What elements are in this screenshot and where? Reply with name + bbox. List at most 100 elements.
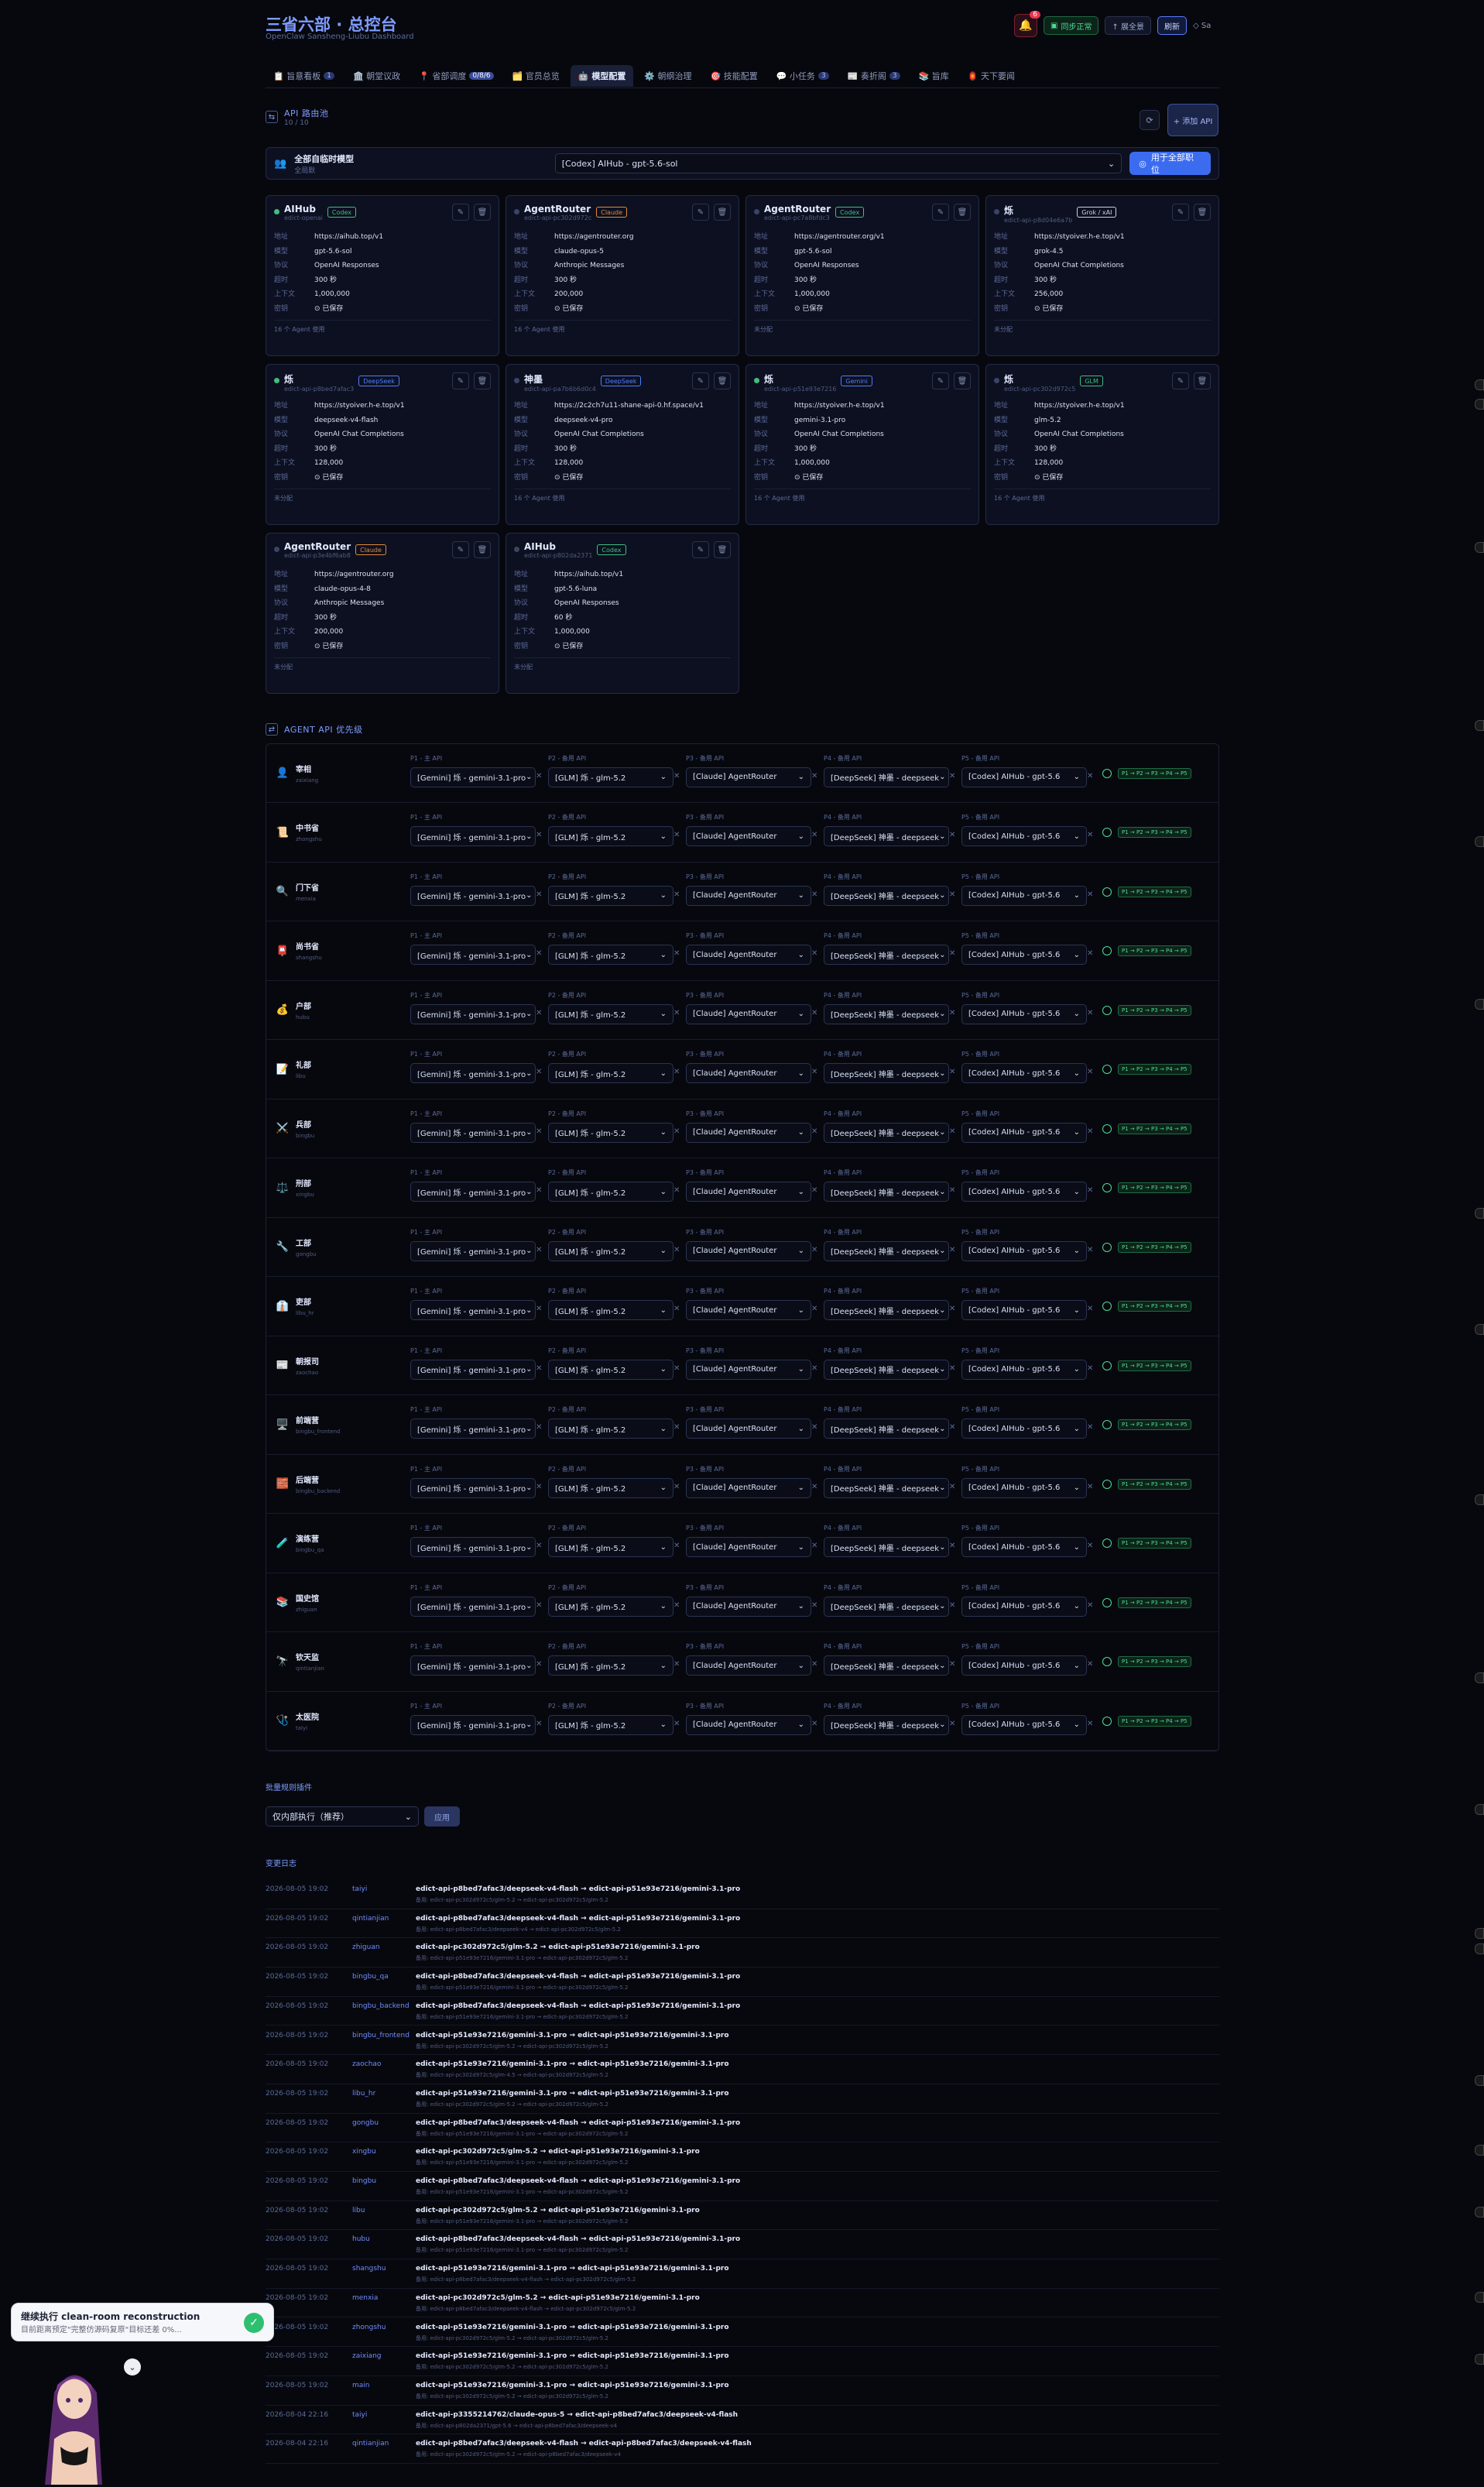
clear-icon[interactable]: ✕	[536, 1423, 542, 1432]
clear-icon[interactable]: ✕	[949, 1364, 955, 1373]
api-select[interactable]: [Codex] AIHub - gpt-5.6 ⌄	[961, 945, 1087, 965]
api-select[interactable]: [DeepSeek] 神墨 - deepseek ⌄	[824, 1418, 949, 1439]
apply-all-button[interactable]: ◎ 用于全部职位	[1129, 152, 1211, 175]
clear-icon[interactable]: ✕	[811, 772, 817, 780]
clear-icon[interactable]: ✕	[673, 831, 680, 839]
tab-8[interactable]: 📰 奏折阁 3	[840, 65, 908, 87]
api-select[interactable]: [Gemini] 烁 - gemini-3.1-pro ⌄	[410, 1063, 536, 1083]
api-select[interactable]: [DeepSeek] 神墨 - deepseek ⌄	[824, 1240, 949, 1261]
clear-icon[interactable]: ✕	[1087, 1423, 1093, 1432]
api-select[interactable]: [Claude] AgentRouter ⌄	[686, 1003, 811, 1024]
clear-icon[interactable]: ✕	[949, 1720, 955, 1728]
api-select[interactable]: [Codex] AIHub - gpt-5.6 ⌄	[961, 1003, 1087, 1024]
clear-icon[interactable]: ✕	[949, 1305, 955, 1313]
api-select[interactable]: [Gemini] 烁 - gemini-3.1-pro ⌄	[410, 885, 536, 906]
clear-icon[interactable]: ✕	[1087, 1186, 1093, 1195]
api-select[interactable]: [Codex] AIHub - gpt-5.6 ⌄	[961, 885, 1087, 906]
api-select[interactable]: [Codex] AIHub - gpt-5.6 ⌄	[961, 826, 1087, 846]
clear-icon[interactable]: ✕	[1087, 1127, 1093, 1136]
clear-icon[interactable]: ✕	[536, 890, 542, 899]
api-select[interactable]: [DeepSeek] 神墨 - deepseek ⌄	[824, 1182, 949, 1202]
clear-icon[interactable]: ✕	[673, 1720, 680, 1728]
tab-10[interactable]: 🏮 天下要闻	[960, 65, 1023, 87]
clear-icon[interactable]: ✕	[1087, 831, 1093, 839]
api-select[interactable]: [GLM] 烁 - glm-5.2 ⌄	[548, 1477, 673, 1498]
clear-icon[interactable]: ✕	[536, 1246, 542, 1254]
extra-menu-button[interactable]: ◇ Sa	[1193, 22, 1211, 30]
clear-icon[interactable]: ✕	[1087, 1601, 1093, 1610]
log-agent-link[interactable]: libu_hr	[352, 2090, 375, 2098]
api-select[interactable]: [Codex] AIHub - gpt-5.6 ⌄	[961, 1300, 1087, 1320]
edit-icon[interactable]: ✎	[692, 372, 709, 389]
api-select[interactable]: [DeepSeek] 神墨 - deepseek ⌄	[824, 826, 949, 846]
api-select[interactable]: [Codex] AIHub - gpt-5.6 ⌄	[961, 767, 1087, 787]
edit-icon[interactable]: ✎	[692, 204, 709, 221]
api-select[interactable]: [DeepSeek] 神墨 - deepseek ⌄	[824, 1122, 949, 1143]
edit-icon[interactable]: ✎	[1172, 372, 1189, 389]
api-select[interactable]: [Gemini] 烁 - gemini-3.1-pro ⌄	[410, 1477, 536, 1498]
api-select[interactable]: [Claude] AgentRouter ⌄	[686, 826, 811, 846]
log-agent-link[interactable]: zaochao	[352, 2060, 381, 2068]
api-select[interactable]: [Claude] AgentRouter ⌄	[686, 767, 811, 787]
log-agent-link[interactable]: bingbu_qa	[352, 1973, 389, 1981]
log-agent-link[interactable]: main	[352, 2382, 370, 2389]
trash-icon[interactable]: 🗑	[474, 541, 491, 558]
trash-icon[interactable]: 🗑	[954, 204, 971, 221]
api-select[interactable]: [Codex] AIHub - gpt-5.6 ⌄	[961, 1477, 1087, 1498]
clear-icon[interactable]: ✕	[673, 1601, 680, 1610]
clear-icon[interactable]: ✕	[536, 772, 542, 780]
api-select[interactable]: [Codex] AIHub - gpt-5.6 ⌄	[961, 1655, 1087, 1676]
clear-icon[interactable]: ✕	[811, 1720, 817, 1728]
clear-icon[interactable]: ✕	[949, 1601, 955, 1610]
clear-icon[interactable]: ✕	[536, 1186, 542, 1195]
api-select[interactable]: [GLM] 烁 - glm-5.2 ⌄	[548, 945, 673, 965]
clear-icon[interactable]: ✕	[811, 1542, 817, 1550]
api-select[interactable]: [GLM] 烁 - glm-5.2 ⌄	[548, 1122, 673, 1143]
clear-icon[interactable]: ✕	[673, 1660, 680, 1669]
edit-icon[interactable]: ✎	[1172, 204, 1189, 221]
api-select[interactable]: [GLM] 烁 - glm-5.2 ⌄	[548, 1359, 673, 1380]
clear-icon[interactable]: ✕	[1087, 949, 1093, 958]
api-select[interactable]: [Codex] AIHub - gpt-5.6 ⌄	[961, 1537, 1087, 1557]
clear-icon[interactable]: ✕	[1087, 1009, 1093, 1017]
api-select[interactable]: [Claude] AgentRouter ⌄	[686, 1359, 811, 1380]
api-select[interactable]: [GLM] 烁 - glm-5.2 ⌄	[548, 1240, 673, 1261]
api-select[interactable]: [Claude] AgentRouter ⌄	[686, 1300, 811, 1320]
clear-icon[interactable]: ✕	[949, 772, 955, 780]
edit-icon[interactable]: ✎	[932, 372, 949, 389]
clear-icon[interactable]: ✕	[949, 949, 955, 958]
clear-icon[interactable]: ✕	[811, 1423, 817, 1432]
clear-icon[interactable]: ✕	[536, 1068, 542, 1076]
global-model-select[interactable]: [Codex] AIHub - gpt-5.6-sol ⌄	[554, 153, 1122, 173]
clear-icon[interactable]: ✕	[673, 949, 680, 958]
clear-icon[interactable]: ✕	[811, 1601, 817, 1610]
clear-icon[interactable]: ✕	[673, 1068, 680, 1076]
log-agent-link[interactable]: libu	[352, 2207, 365, 2214]
api-select[interactable]: [DeepSeek] 神墨 - deepseek ⌄	[824, 1596, 949, 1617]
clear-icon[interactable]: ✕	[673, 890, 680, 899]
api-select[interactable]: [Gemini] 烁 - gemini-3.1-pro ⌄	[410, 1714, 536, 1735]
api-select[interactable]: [Claude] AgentRouter ⌄	[686, 945, 811, 965]
api-select[interactable]: [GLM] 烁 - glm-5.2 ⌄	[548, 1655, 673, 1676]
api-select[interactable]: [Gemini] 烁 - gemini-3.1-pro ⌄	[410, 826, 536, 846]
api-select[interactable]: [Codex] AIHub - gpt-5.6 ⌄	[961, 1714, 1087, 1735]
clear-icon[interactable]: ✕	[536, 1127, 542, 1136]
api-select[interactable]: [DeepSeek] 神墨 - deepseek ⌄	[824, 1477, 949, 1498]
api-select[interactable]: [GLM] 烁 - glm-5.2 ⌄	[548, 1003, 673, 1024]
api-select[interactable]: [DeepSeek] 神墨 - deepseek ⌄	[824, 1359, 949, 1380]
api-select[interactable]: [DeepSeek] 神墨 - deepseek ⌄	[824, 885, 949, 906]
log-agent-link[interactable]: zaixiang	[352, 2352, 382, 2360]
clear-icon[interactable]: ✕	[536, 1601, 542, 1610]
clear-icon[interactable]: ✕	[1087, 1483, 1093, 1491]
clear-icon[interactable]: ✕	[949, 1127, 955, 1136]
trash-icon[interactable]: 🗑	[954, 372, 971, 389]
log-agent-link[interactable]: bingbu	[352, 2177, 376, 2185]
clear-icon[interactable]: ✕	[811, 1246, 817, 1254]
clear-icon[interactable]: ✕	[811, 1068, 817, 1076]
clear-icon[interactable]: ✕	[811, 1009, 817, 1017]
clear-icon[interactable]: ✕	[673, 1542, 680, 1550]
bulk-rule-select[interactable]: 仅内部执行（推荐） ⌄	[266, 1806, 419, 1827]
tab-2[interactable]: 📍 省部调度 0/8/6	[411, 65, 501, 87]
clear-icon[interactable]: ✕	[1087, 1246, 1093, 1254]
clear-icon[interactable]: ✕	[673, 772, 680, 780]
